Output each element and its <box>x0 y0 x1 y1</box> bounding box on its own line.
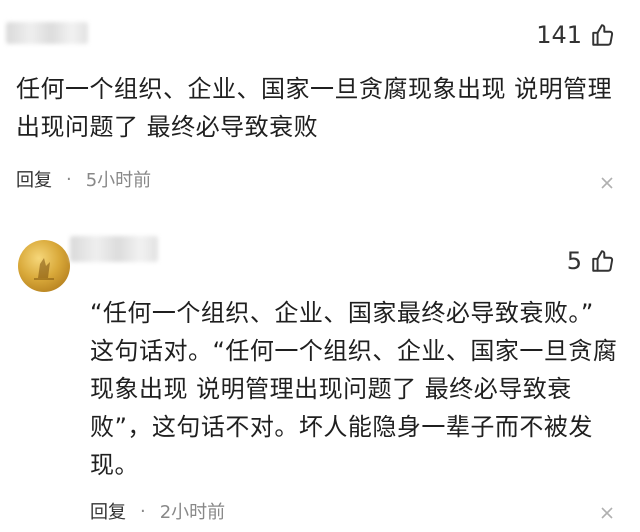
comment-item: 5 “任何一个组织、企业、国家最终必导致衰败。” 这句话对。“任何一个组织、企业… <box>0 226 640 532</box>
meta-separator: · <box>66 168 72 190</box>
like-button[interactable]: 5 <box>567 248 616 274</box>
reply-button[interactable]: 回复 <box>90 498 126 524</box>
comment-meta: 回复 · 2小时前 <box>90 498 225 524</box>
avatar-emblem <box>34 258 54 280</box>
close-icon[interactable] <box>600 506 614 520</box>
like-count: 141 <box>536 21 582 49</box>
comment-item: 141 任何一个组织、企业、国家一旦贪腐现象出现 说明管理出现问题了 最终必导致… <box>0 0 640 210</box>
timestamp: 5小时前 <box>85 170 152 191</box>
reply-button[interactable]: 回复 <box>16 166 52 192</box>
close-icon[interactable] <box>600 176 614 190</box>
timestamp: 2小时前 <box>159 502 226 523</box>
comment-meta: 回复 · 5小时前 <box>16 166 151 192</box>
like-button[interactable]: 141 <box>536 22 616 48</box>
meta-separator: · <box>140 500 146 522</box>
comment-text: 任何一个组织、企业、国家一旦贪腐现象出现 说明管理出现问题了 最终必导致衰败 <box>16 75 613 141</box>
thumbs-up-icon <box>592 24 614 46</box>
username-blurred[interactable] <box>6 22 88 44</box>
avatar[interactable] <box>18 240 70 292</box>
thumbs-up-icon <box>592 250 614 272</box>
like-count: 5 <box>566 247 582 275</box>
username-blurred[interactable] <box>70 236 158 262</box>
comment-text: “任何一个组织、企业、国家最终必导致衰败。” 这句话对。“任何一个组织、企业、国… <box>90 299 618 479</box>
